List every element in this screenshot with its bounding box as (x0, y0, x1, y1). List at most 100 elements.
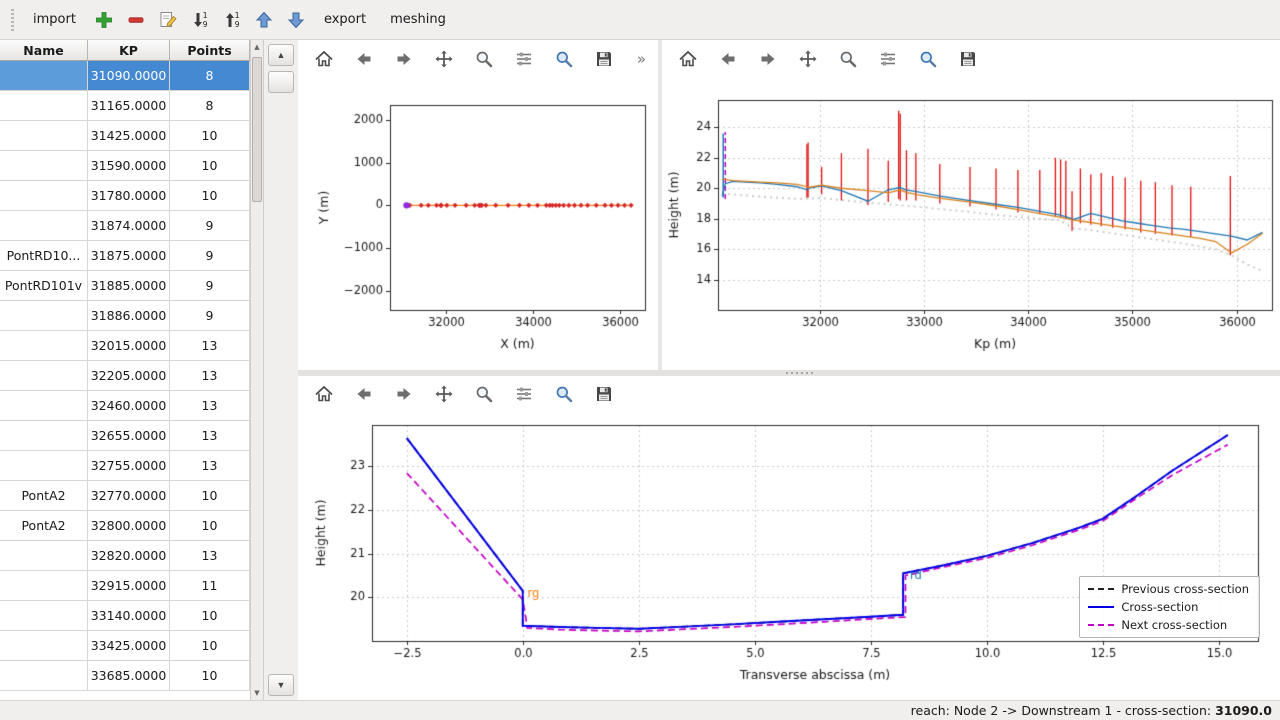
profile-canvas[interactable] (662, 78, 1280, 370)
pan-button[interactable] (792, 44, 824, 74)
kp-cell[interactable]: 32800.0000 (88, 511, 170, 541)
forward-button[interactable] (752, 44, 784, 74)
table-row[interactable]: 32755.000013 (0, 451, 250, 481)
name-cell[interactable]: PontRD10... (0, 241, 88, 271)
kp-cell[interactable]: 32915.0000 (88, 571, 170, 601)
table-row[interactable]: 33425.000010 (0, 631, 250, 661)
zoom-button[interactable] (832, 44, 864, 74)
table-row[interactable]: PontA232800.000010 (0, 511, 250, 541)
subplots-button[interactable] (508, 44, 540, 74)
table-row[interactable]: 31874.00009 (0, 211, 250, 241)
add-section-button[interactable] (90, 6, 118, 34)
name-cell[interactable] (0, 181, 88, 211)
points-cell[interactable]: 13 (170, 361, 250, 391)
points-cell[interactable]: 10 (170, 511, 250, 541)
scrollbar-down-arrow-icon[interactable]: ▼ (251, 686, 263, 700)
move-up-button[interactable] (250, 6, 278, 34)
table-row[interactable]: 33685.000010 (0, 661, 250, 691)
name-cell[interactable] (0, 121, 88, 151)
subplots-button[interactable] (508, 379, 540, 409)
points-cell[interactable]: 13 (170, 541, 250, 571)
table-row[interactable]: 32820.000013 (0, 541, 250, 571)
table-row[interactable]: PontA232770.000010 (0, 481, 250, 511)
export-button[interactable]: export (314, 6, 376, 34)
kp-cell[interactable]: 33425.0000 (88, 631, 170, 661)
toolbar-grip-handle[interactable] (11, 9, 14, 31)
pan-button[interactable] (428, 379, 460, 409)
move-down-button[interactable] (282, 6, 310, 34)
name-cell[interactable] (0, 211, 88, 241)
kp-cell[interactable]: 31874.0000 (88, 211, 170, 241)
table-scrollbar[interactable]: ▲ ▼ (250, 40, 264, 700)
name-cell[interactable] (0, 361, 88, 391)
table-row[interactable]: 31165.00008 (0, 91, 250, 121)
kp-cell[interactable]: 32460.0000 (88, 391, 170, 421)
table-row[interactable]: 31780.000010 (0, 181, 250, 211)
name-cell[interactable] (0, 601, 88, 631)
kp-cell[interactable]: 32655.0000 (88, 421, 170, 451)
zoom-button[interactable] (468, 44, 500, 74)
kp-cell[interactable]: 31875.0000 (88, 241, 170, 271)
customize-button[interactable] (548, 379, 580, 409)
scrollbar-up-arrow-icon[interactable]: ▲ (251, 40, 263, 54)
kp-cell[interactable]: 31885.0000 (88, 271, 170, 301)
zoom-button[interactable] (468, 379, 500, 409)
table-row[interactable]: 32015.000013 (0, 331, 250, 361)
table-row[interactable]: 32460.000013 (0, 391, 250, 421)
points-cell[interactable]: 8 (170, 91, 250, 121)
back-button[interactable] (348, 44, 380, 74)
table-row[interactable]: PontRD101v31885.00009 (0, 271, 250, 301)
name-cell[interactable] (0, 571, 88, 601)
name-cell[interactable] (0, 151, 88, 181)
name-cell[interactable] (0, 391, 88, 421)
points-cell[interactable]: 10 (170, 631, 250, 661)
points-cell[interactable]: 9 (170, 271, 250, 301)
name-cell[interactable] (0, 301, 88, 331)
points-cell[interactable]: 9 (170, 241, 250, 271)
points-cell[interactable]: 10 (170, 661, 250, 691)
save-figure-button[interactable] (952, 44, 984, 74)
splitter-handle[interactable] (786, 372, 816, 374)
table-row[interactable]: 31590.000010 (0, 151, 250, 181)
toolbar-overflow-button[interactable]: » (637, 50, 648, 68)
scrollbar-thumb[interactable] (252, 57, 262, 202)
kp-cell[interactable]: 33140.0000 (88, 601, 170, 631)
kp-cell[interactable]: 32015.0000 (88, 331, 170, 361)
points-cell[interactable]: 9 (170, 211, 250, 241)
subplots-button[interactable] (872, 44, 904, 74)
points-cell[interactable]: 10 (170, 481, 250, 511)
remove-section-button[interactable] (122, 6, 150, 34)
import-button[interactable]: import (23, 6, 86, 34)
save-figure-button[interactable] (588, 44, 620, 74)
table-row[interactable]: 32915.000011 (0, 571, 250, 601)
name-cell[interactable] (0, 661, 88, 691)
pager-up-button[interactable]: ▲ (268, 44, 294, 66)
table-row[interactable]: 33140.000010 (0, 601, 250, 631)
back-button[interactable] (348, 379, 380, 409)
name-cell[interactable]: PontA2 (0, 481, 88, 511)
points-cell[interactable]: 10 (170, 151, 250, 181)
table-row[interactable]: 32655.000013 (0, 421, 250, 451)
forward-button[interactable] (388, 379, 420, 409)
points-cell[interactable]: 13 (170, 391, 250, 421)
table-row[interactable]: 31886.00009 (0, 301, 250, 331)
points-cell[interactable]: 13 (170, 331, 250, 361)
plan-view-canvas[interactable] (298, 78, 658, 370)
name-cell[interactable]: PontA2 (0, 511, 88, 541)
points-cell[interactable]: 10 (170, 601, 250, 631)
kp-cell[interactable]: 31886.0000 (88, 301, 170, 331)
pan-button[interactable] (428, 44, 460, 74)
home-button[interactable] (308, 379, 340, 409)
points-cell[interactable]: 10 (170, 121, 250, 151)
points-cell[interactable]: 13 (170, 421, 250, 451)
table-row[interactable]: 31425.000010 (0, 121, 250, 151)
kp-cell[interactable]: 31780.0000 (88, 181, 170, 211)
points-cell[interactable]: 11 (170, 571, 250, 601)
kp-cell[interactable]: 32205.0000 (88, 361, 170, 391)
name-cell[interactable] (0, 631, 88, 661)
name-cell[interactable] (0, 61, 88, 91)
column-header-kp[interactable]: KP (88, 40, 170, 61)
table-row[interactable]: 31090.00008 (0, 61, 250, 91)
customize-button[interactable] (548, 44, 580, 74)
name-cell[interactable] (0, 451, 88, 481)
